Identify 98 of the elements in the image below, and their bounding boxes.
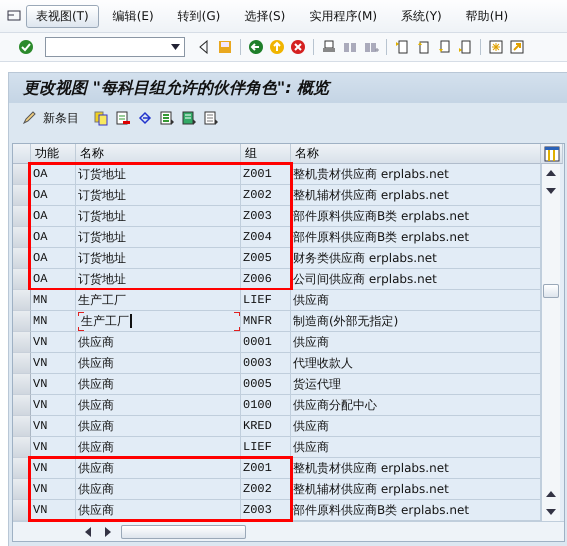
table-cell: 制造商(外部无指定) — [291, 311, 541, 332]
scroll-thumb[interactable] — [543, 284, 559, 298]
table-cell: VN — [31, 332, 76, 353]
table-cell: 供应商 — [291, 332, 541, 353]
table-cell: 货运代理 — [291, 374, 541, 395]
table-cell: 部件原料供应商B类 erplabs.net — [291, 227, 541, 248]
table-cell: 订货地址 — [76, 206, 241, 227]
scroll-left-icon[interactable] — [85, 526, 91, 536]
table-cell: 整机辅材供应商 erplabs.net — [291, 185, 541, 206]
check-icon[interactable] — [18, 39, 34, 55]
new-entries-button[interactable]: 新条目 — [43, 110, 79, 126]
table-cell: 整机辅材供应商 erplabs.net — [291, 479, 541, 500]
table-cell: 0100 — [241, 395, 291, 416]
table-cell: KRED — [241, 416, 291, 437]
previous-page-icon[interactable] — [415, 39, 431, 55]
table-cell: MNFR — [241, 311, 291, 332]
table-cell: OA — [31, 185, 76, 206]
table-settings-icon[interactable] — [544, 146, 560, 162]
table-cell: 供应商 — [76, 353, 241, 374]
menu-item[interactable]: 系统(Y) — [391, 4, 452, 28]
table-cell: 供应商 — [291, 437, 541, 458]
table-cell: 供应商分配中心 — [291, 395, 541, 416]
print-icon[interactable] — [321, 39, 337, 55]
menu-item[interactable]: 选择(S) — [234, 4, 296, 28]
table-cell: 订货地址 — [76, 248, 241, 269]
table-cell: 订货地址 — [76, 269, 241, 290]
table-cell: 代理收款人 — [291, 353, 541, 374]
table-cell: VN — [31, 416, 76, 437]
deselect-icon[interactable] — [203, 110, 219, 126]
table-cell: 供应商 — [76, 479, 241, 500]
table-cell: VN — [31, 353, 76, 374]
menu-item[interactable]: 转到(G) — [168, 4, 230, 28]
back-icon[interactable] — [248, 39, 264, 55]
table-cell: 供应商 — [76, 395, 241, 416]
table-cell: VN — [31, 374, 76, 395]
first-page-icon[interactable] — [394, 39, 410, 55]
screen-title: 更改视图 "每科目组允许的伙伴角色": 概览 — [23, 78, 330, 98]
table-cell: VN — [31, 500, 76, 521]
table-cell: 供应商 — [76, 500, 241, 521]
table-cell: 供应商 — [76, 416, 241, 437]
table-cell: 0005 — [241, 374, 291, 395]
table-cell: 供应商 — [291, 290, 541, 311]
table-cell: OA — [31, 206, 76, 227]
menu-item[interactable]: 编辑(E) — [102, 4, 164, 28]
table-cell: 供应商 — [76, 437, 241, 458]
table-cell: 供应商 — [76, 458, 241, 479]
table-cell: MN — [31, 311, 76, 332]
table-cell: VN — [31, 437, 76, 458]
table-cell: VN — [31, 479, 76, 500]
table-cell: OA — [31, 269, 76, 290]
table-cell: 订货地址 — [76, 185, 241, 206]
column-header[interactable]: 名称 — [291, 144, 541, 164]
table-cell: LIEF — [241, 437, 291, 458]
dropdown-icon[interactable] — [171, 44, 180, 50]
horizontal-scrollbar[interactable] — [13, 521, 564, 541]
table-cell: 公司间供应商 erplabs.net — [291, 269, 541, 290]
table-cell: MN — [31, 290, 76, 311]
table-cell: VN — [31, 458, 76, 479]
table-cell: 整机贵材供应商 erplabs.net — [291, 458, 541, 479]
column-header[interactable]: 功能 — [31, 144, 76, 164]
scroll-thumb[interactable] — [121, 524, 246, 538]
table-cell: OA — [31, 248, 76, 269]
column-header[interactable]: 名称 — [76, 144, 241, 164]
table-cell: OA — [31, 164, 76, 185]
select-all-icon[interactable] — [159, 110, 175, 126]
table-cell: LIEF — [241, 290, 291, 311]
table-cell: 供应商 — [291, 416, 541, 437]
column-settings-button[interactable] — [541, 144, 563, 164]
table-cell: 订货地址 — [76, 227, 241, 248]
delete-row-icon[interactable] — [115, 110, 131, 126]
command-field[interactable] — [45, 37, 185, 57]
copy-icon[interactable] — [93, 110, 109, 126]
last-page-icon[interactable] — [457, 39, 473, 55]
menu-item[interactable]: 实用程序(M) — [299, 4, 388, 28]
column-header[interactable]: 组 — [241, 144, 291, 164]
table-cell: 部件原料供应商B类 erplabs.net — [291, 206, 541, 227]
table-cell: 供应商 — [76, 374, 241, 395]
select-block-icon[interactable] — [181, 110, 197, 126]
next-page-icon[interactable] — [436, 39, 452, 55]
cancel-icon[interactable] — [290, 39, 306, 55]
vertical-scrollbar[interactable] — [541, 164, 560, 521]
menu-item[interactable]: 帮助(H) — [456, 4, 518, 28]
scroll-right-icon[interactable] — [105, 526, 111, 536]
menu-item[interactable]: 表视图(T) — [26, 4, 99, 28]
shortcut-icon[interactable] — [509, 39, 525, 55]
table-cell: 整机贵材供应商 erplabs.net — [291, 164, 541, 185]
table-cell: 0001 — [241, 332, 291, 353]
table-cell: 生产工厂 — [76, 311, 241, 332]
pencil-icon[interactable] — [21, 110, 37, 126]
table-cell: 订货地址 — [76, 164, 241, 185]
table-cell: OA — [31, 227, 76, 248]
table-cell: VN — [31, 395, 76, 416]
new-session-icon[interactable] — [488, 39, 504, 55]
table-cell: 0003 — [241, 353, 291, 374]
table-cell: 生产工厂 — [76, 290, 241, 311]
table-cell: 供应商 — [76, 332, 241, 353]
table-cell: 部件原料供应商B类 erplabs.net — [291, 500, 541, 521]
table-cell: 财务类供应商 erplabs.net — [291, 248, 541, 269]
